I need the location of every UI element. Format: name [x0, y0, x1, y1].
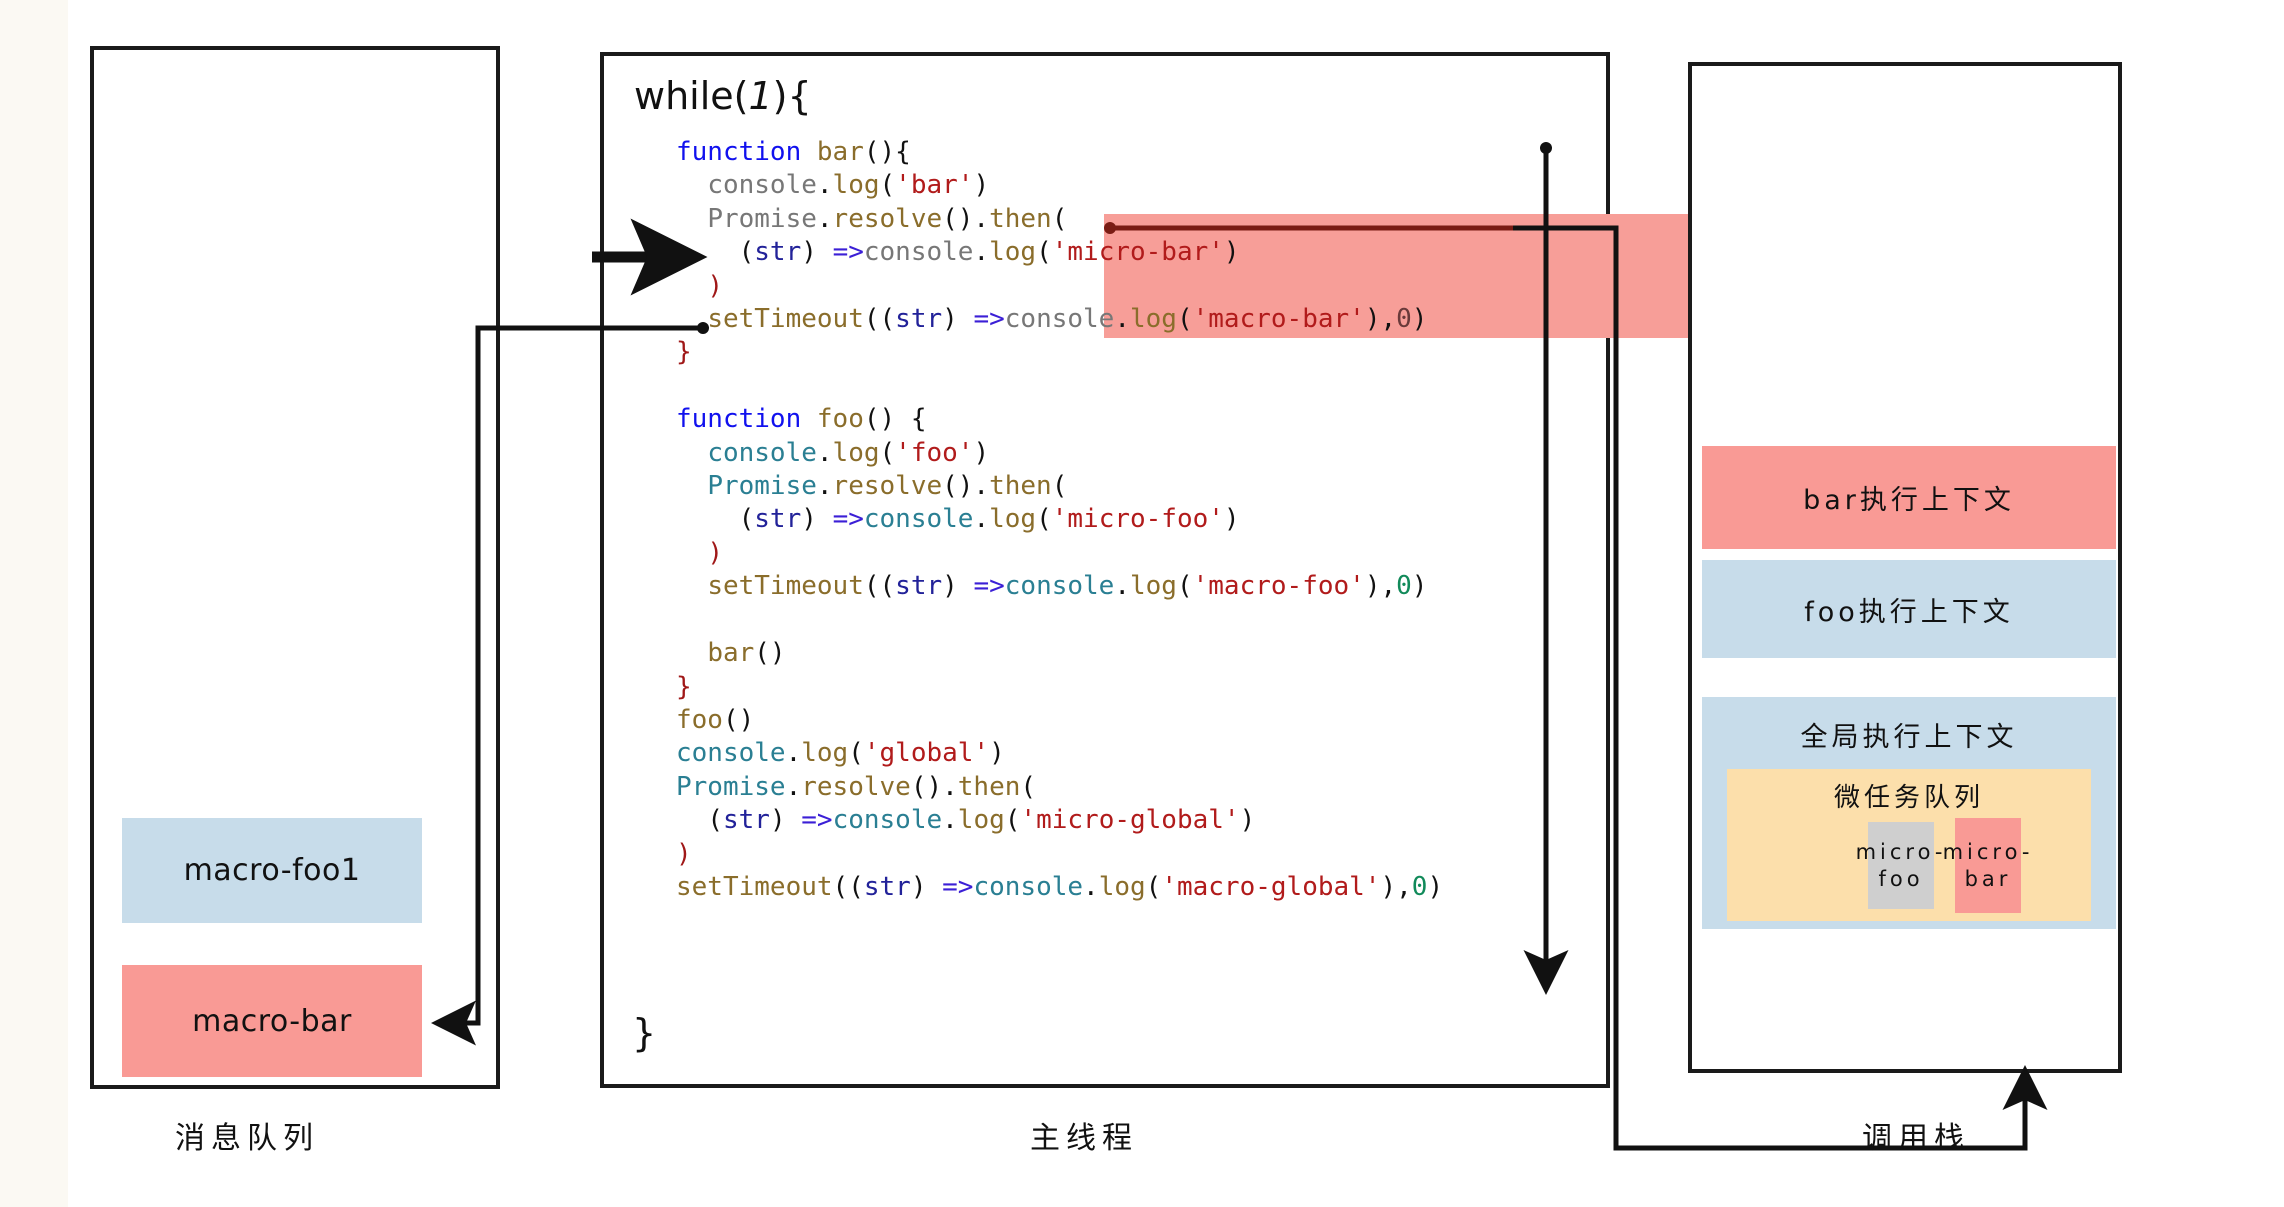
message-queue-item-label: macro-bar — [192, 1003, 352, 1039]
call-stack-panel: bar执行上下文 foo执行上下文 全局执行上下文 微任务队列 micro-fo… — [1688, 62, 2122, 1073]
microtask-queue: 微任务队列 micro-foo micro-bar — [1727, 769, 2091, 921]
message-queue-item-label: macro-foo1 — [183, 853, 361, 888]
message-queue-item-macro-foo1: macro-foo1 — [122, 818, 422, 923]
while-keyword: while( — [634, 74, 749, 118]
microtask-item-micro-foo: micro-foo — [1856, 822, 1942, 909]
while-condition-value: 1 — [748, 74, 773, 118]
call-stack-caption: 调用栈 — [1862, 1121, 1970, 1156]
while-close: ){ — [772, 74, 812, 118]
call-stack-frame-label: foo执行上下文 — [1804, 596, 2014, 628]
call-stack-frame-bar: bar执行上下文 — [1702, 446, 2116, 549]
microtask-item-label: micro-bar — [1942, 840, 2034, 891]
message-queue-panel: macro-foo1 macro-bar — [90, 46, 500, 1089]
code-block: function bar(){ console.log('bar') Promi… — [676, 137, 1444, 902]
diagram-canvas: macro-foo1 macro-bar 消息队列 while(1){ func… — [0, 0, 2284, 1207]
main-thread-caption: 主线程 — [1030, 1121, 1138, 1156]
call-stack-frame-foo: foo执行上下文 — [1702, 560, 2116, 658]
message-queue-item-macro-bar: macro-bar — [122, 965, 422, 1077]
while-closing-brace: } — [632, 1011, 657, 1055]
microtask-item-label: micro-foo — [1855, 840, 1947, 891]
microtask-item-micro-bar: micro-bar — [1943, 818, 2029, 913]
message-queue-caption: 消息队列 — [175, 1121, 319, 1156]
main-thread-panel: while(1){ function bar(){ console.log('b… — [600, 52, 2118, 1088]
microtask-queue-label: 微任务队列 — [1833, 783, 1984, 813]
call-stack-frame-label: 全局执行上下文 — [1800, 722, 2018, 753]
call-stack-frame-global: 全局执行上下文 微任务队列 micro-foo micro-bar — [1702, 697, 2116, 929]
left-margin-strip — [0, 0, 68, 1207]
call-stack-frame-label: bar执行上下文 — [1803, 485, 2015, 516]
while-loop-label: while(1){ — [634, 74, 812, 118]
